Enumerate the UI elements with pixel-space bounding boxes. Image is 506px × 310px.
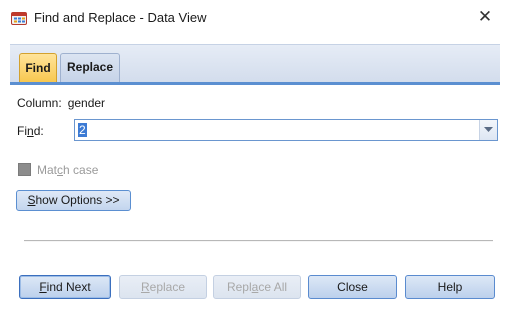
replace-mnemonic: R (140, 280, 150, 294)
close-icon[interactable]: ✕ (474, 6, 496, 28)
close-button[interactable]: Close (308, 275, 397, 299)
show-options-button[interactable]: Show Options >> (16, 190, 131, 211)
replace-button[interactable]: Replace (119, 275, 207, 299)
title-bar: Find and Replace - Data View ✕ (0, 0, 506, 36)
find-input-value: 2 (78, 123, 87, 137)
match-case-checkbox[interactable] (18, 163, 31, 176)
tab-strip: Find Replace (10, 44, 500, 85)
show-options-label: how Options >> (35, 193, 120, 207)
replace-all-label: Repl (226, 280, 252, 294)
replace-label: eplace (149, 280, 186, 294)
replace-all-label: ce All (258, 280, 288, 294)
find-next-label: ind Next (46, 280, 91, 294)
tab-find[interactable]: Find (19, 53, 57, 84)
dropdown-button[interactable] (479, 120, 497, 140)
dialog-body: Find Replace Column: gender Find: 2 Match… (10, 44, 502, 304)
tab-replace[interactable]: Replace (60, 53, 120, 82)
divider (24, 240, 493, 242)
match-case-label: Match case (37, 163, 98, 177)
spss-data-icon (11, 10, 27, 26)
find-label-mnemonic: n (27, 124, 34, 138)
find-label: Find: (17, 124, 44, 138)
match-label-part: h case (63, 163, 99, 177)
find-input[interactable]: 2 (74, 119, 498, 141)
column-label: Column: (17, 96, 62, 110)
match-label-part: Mat (37, 163, 58, 177)
tab-underline (10, 82, 500, 85)
find-next-mnemonic: F (39, 280, 47, 294)
help-button[interactable]: Help (405, 275, 495, 299)
replace-all-button[interactable]: Replace All (213, 275, 301, 299)
find-next-button[interactable]: Find Next (19, 275, 111, 299)
find-label-part: d: (33, 124, 44, 138)
find-label-part: Fi (17, 124, 27, 138)
chevron-down-icon (484, 127, 493, 132)
window-title: Find and Replace - Data View (34, 10, 207, 25)
column-info: Column: gender (17, 96, 105, 110)
column-value: gender (67, 96, 106, 110)
